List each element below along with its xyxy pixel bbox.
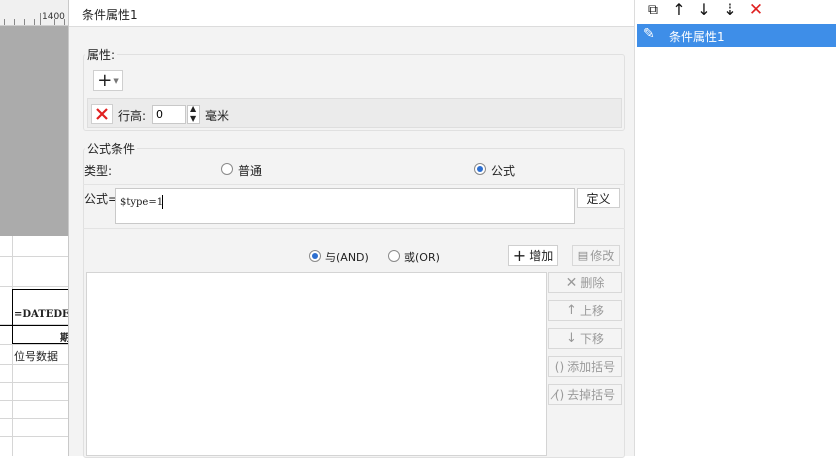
delete-icon[interactable]: ✕ [747,1,765,19]
add-bracket-label: 添加括号 [567,360,616,374]
dialog-title: 条件属性1 [69,0,635,27]
add-condition-label: 增加 [529,249,554,263]
pencil-icon: ✎ [643,26,655,42]
stepper-up-icon: ▲ [190,104,197,113]
add-condition-button[interactable]: + 增加 [508,245,558,266]
properties-group-label: 属性: [85,46,118,63]
radio-and[interactable] [309,250,321,262]
bracket-icon: () [554,359,565,374]
arrow-up-icon: ↑ [566,303,577,318]
canvas-area [0,26,68,236]
stepper-down-icon: ▼ [190,114,197,123]
copy-icon[interactable]: ⧉ [644,1,662,19]
list-item-label: 条件属性1 [669,30,725,44]
text-cursor [162,195,163,209]
formula-input[interactable]: $type=1 [115,188,575,224]
close-icon: ✕ [565,274,578,291]
logic-option-and[interactable]: 与(AND) [309,249,381,265]
condition-list[interactable] [86,272,547,456]
radio-or[interactable] [388,250,400,262]
row-height-property-row: 行高: ▲ ▼ 毫米 [87,98,622,128]
add-bracket-button[interactable]: () 添加括号 [548,356,622,377]
formula-condition-group-label: 公式条件 [85,140,138,157]
cell-grid[interactable]: =DATEDEI 期 位号数据 [0,236,68,456]
remove-bracket-icon: (̸) [554,387,565,402]
ruler-number: 1400 [42,12,65,22]
delete-condition-label: 删除 [580,276,605,290]
delete-condition-button[interactable]: ✕ 删除 [548,272,622,293]
radio-formula[interactable] [474,163,486,175]
modify-condition-label: 修改 [590,249,615,263]
row-height-unit: 毫米 [205,109,230,123]
remove-bracket-button[interactable]: (̸) 去掉括号 [548,384,622,405]
chevron-down-icon: ▼ [113,76,119,85]
type-option-formula[interactable]: 公式 [474,162,554,178]
panel-toolbar: ⧉ ↑ ↓ ⇣ ✕ [635,0,836,22]
list-item-condition-1[interactable]: ✎ 条件属性1 [637,24,836,47]
type-label: 类型: [84,164,113,178]
move-down-button[interactable]: ↓ 下移 [548,328,622,349]
condition-property-dialog: 条件属性1 属性: + ▼ 行高: ▲ ▼ 毫米 公式条件 类型: 普通 公式 … [68,0,635,458]
spreadsheet-background: 1400 =DATEDEI 期 位号数据 [0,0,68,456]
logic-option-or-label: 或(OR) [404,251,440,264]
modify-condition-button[interactable]: ▤ 修改 [572,245,620,266]
formula-cell: =DATEDEI [14,309,68,320]
type-option-normal-label: 普通 [238,164,263,178]
formula-input-text: $type=1 [120,197,164,208]
type-option-normal[interactable]: 普通 [221,162,301,178]
condition-list-panel: ⧉ ↑ ↓ ⇣ ✕ ✎ 条件属性1 [634,0,836,456]
move-bottom-icon[interactable]: ⇣ [721,1,739,19]
row-height-stepper[interactable]: ▲ ▼ [187,104,200,124]
add-property-button[interactable]: + ▼ [93,70,123,91]
logic-option-and-label: 与(AND) [325,251,369,264]
remove-property-button[interactable] [91,104,113,124]
row-height-label: 行高: [118,109,147,123]
arrow-up-icon[interactable]: ↑ [670,1,688,19]
move-up-button[interactable]: ↑ 上移 [548,300,622,321]
type-option-formula-label: 公式 [491,164,516,178]
arrow-down-icon: ↓ [566,331,577,346]
move-up-label: 上移 [579,304,604,318]
delete-x-icon [96,108,108,120]
edit-icon: ▤ [577,249,589,262]
define-button[interactable]: 定义 [577,188,620,208]
row-height-input[interactable] [152,105,186,124]
plus-icon: + [512,245,527,265]
cell-2: 期 [60,333,68,344]
radio-normal[interactable] [221,163,233,175]
formula-label: 公式= [84,192,119,206]
remove-bracket-label: 去掉括号 [567,388,616,402]
plus-icon: + [97,69,113,91]
cell-3: 位号数据 [14,350,58,363]
move-down-label: 下移 [579,332,604,346]
horizontal-ruler: 1400 [0,0,68,26]
logic-option-or[interactable]: 或(OR) [388,249,460,265]
arrow-down-icon[interactable]: ↓ [695,1,713,19]
